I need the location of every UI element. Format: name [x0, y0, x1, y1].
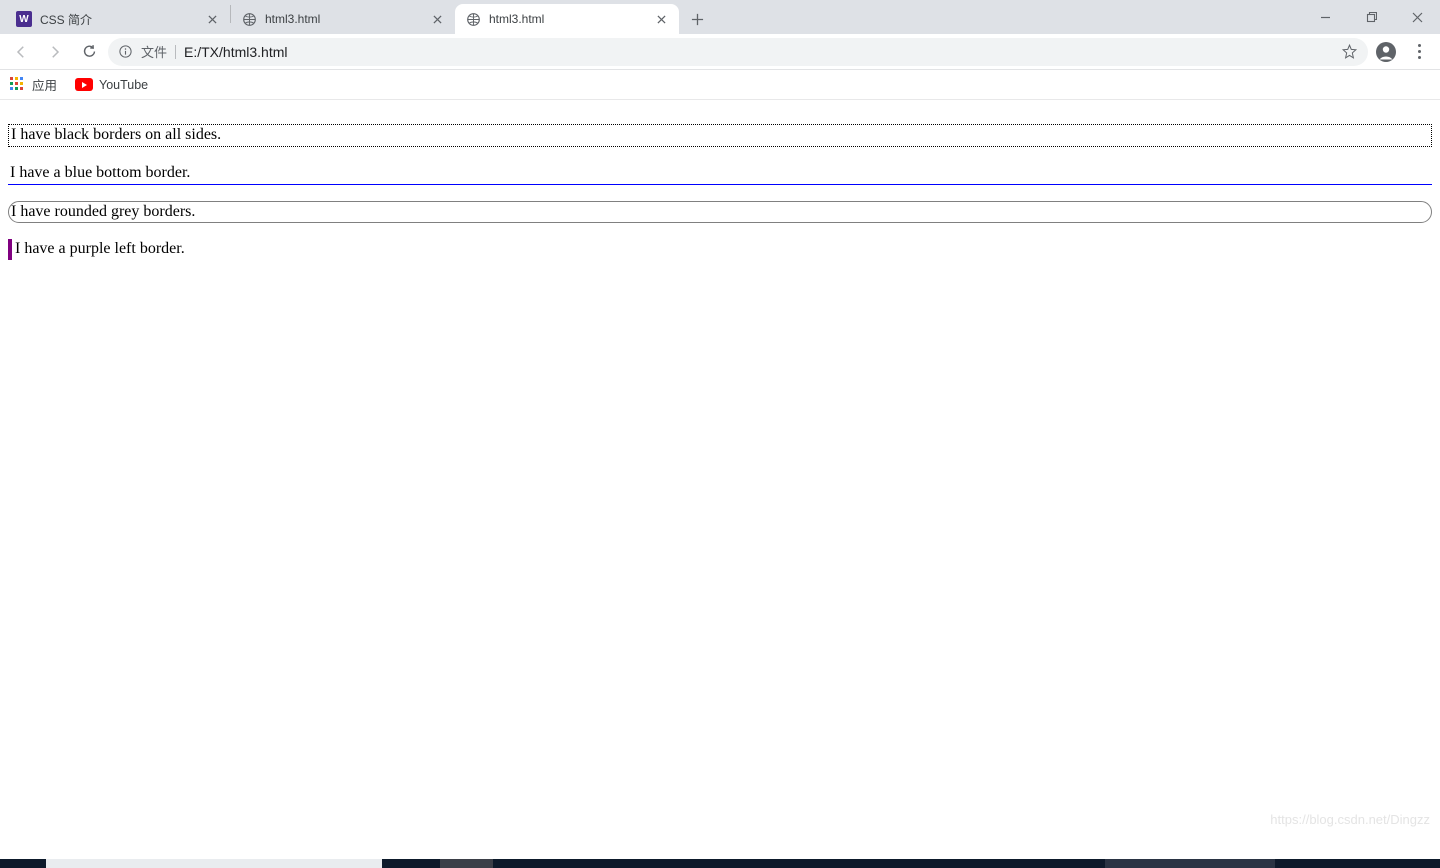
toolbar: 文件 E:/TX/html3.html [0, 34, 1440, 70]
reload-button[interactable] [74, 37, 104, 67]
taskbar[interactable] [0, 859, 1440, 868]
window-minimize-button[interactable] [1302, 2, 1348, 32]
page-content: I have black borders on all sides. I hav… [0, 100, 1440, 284]
new-tab-button[interactable] [683, 5, 711, 33]
address-bar[interactable]: 文件 E:/TX/html3.html [108, 38, 1368, 66]
tab-close-button[interactable] [653, 11, 669, 27]
tab-2-active[interactable]: html3.html [455, 4, 679, 34]
url-text: E:/TX/html3.html [184, 44, 1333, 60]
paragraph-dotted-border: I have black borders on all sides. [8, 124, 1432, 147]
url-separator [175, 45, 176, 59]
tab-1[interactable]: html3.html [231, 4, 455, 34]
apps-grid-icon [10, 77, 26, 93]
watermark-text: https://blog.csdn.net/Dingzz [1270, 812, 1430, 827]
w3-favicon-icon: W [16, 11, 32, 27]
url-prefix: 文件 [141, 42, 167, 61]
window-controls [1302, 0, 1440, 34]
viewport: I have black borders on all sides. I hav… [0, 100, 1440, 859]
forward-button[interactable] [40, 37, 70, 67]
back-button[interactable] [6, 37, 36, 67]
bookmarks-apps-label: 应用 [32, 75, 57, 94]
tab-title: CSS 简介 [40, 11, 196, 28]
bookmark-youtube[interactable]: YouTube [75, 78, 148, 92]
window-close-button[interactable] [1394, 2, 1440, 32]
bookmarks-apps[interactable]: 应用 [10, 75, 57, 94]
tab-title: html3.html [265, 12, 421, 26]
bookmarks-bar: 应用 YouTube [0, 70, 1440, 100]
window-maximize-button[interactable] [1348, 2, 1394, 32]
bookmark-youtube-label: YouTube [99, 78, 148, 92]
paragraph-rounded-grey-border: I have rounded grey borders. [8, 201, 1432, 224]
globe-favicon-icon [241, 11, 257, 27]
tab-close-button[interactable] [429, 11, 445, 27]
paragraph-purple-left-border: I have a purple left border. [8, 239, 1432, 260]
tab-0[interactable]: W CSS 简介 [6, 4, 230, 34]
tab-strip: W CSS 简介 html3.html html3.html [0, 0, 1440, 34]
youtube-icon [75, 78, 93, 91]
menu-button[interactable] [1404, 37, 1434, 67]
profile-button[interactable] [1372, 38, 1400, 66]
bookmark-star-icon[interactable] [1341, 43, 1358, 60]
site-info-icon[interactable] [118, 44, 133, 59]
tab-close-button[interactable] [204, 11, 220, 27]
paragraph-blue-bottom-border: I have a blue bottom border. [8, 163, 1432, 185]
globe-favicon-icon [465, 11, 481, 27]
tab-title: html3.html [489, 12, 645, 26]
